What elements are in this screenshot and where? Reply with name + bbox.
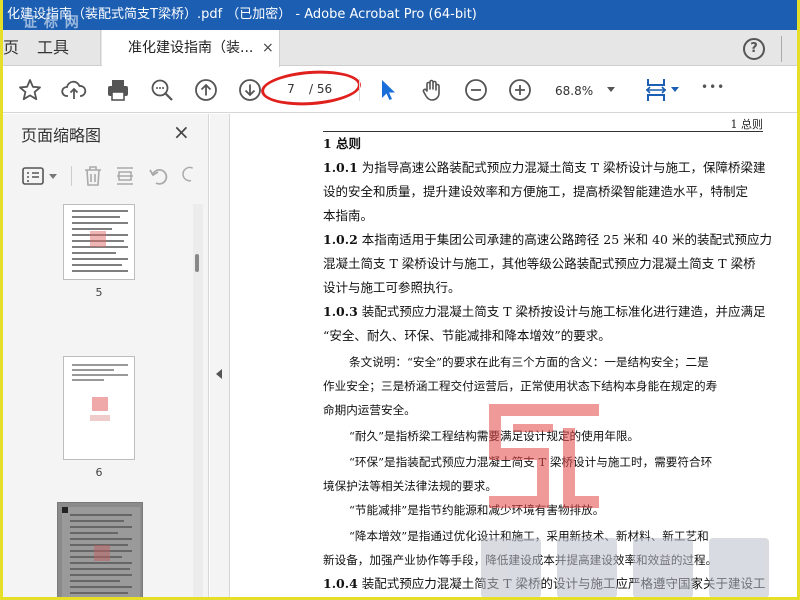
- zoom-level[interactable]: 68.8%: [555, 81, 605, 101]
- page-up-icon[interactable]: [193, 77, 219, 103]
- tab-home[interactable]: 页: [3, 30, 21, 66]
- thumbnail-label: 5: [95, 286, 103, 299]
- clause-line: 设的安全和质量，提升建设效率和方便施工，提高桥梁智能建造水平，特制定: [323, 184, 749, 199]
- clause-line: 1.0.1 为指导高速公路装配式预应力混凝土简支 T 梁桥设计与施工，保障桥梁建: [323, 160, 766, 175]
- clause-line: 本指南。: [323, 208, 374, 223]
- running-head: 1 总则: [730, 118, 764, 131]
- commentary-line: 作业安全；三是桥涵工程交付运营后，正常使用状态下结构本身能在规定的寿: [323, 379, 718, 393]
- thumbnail-scroll-thumb[interactable]: [195, 254, 199, 272]
- help-icon[interactable]: ?: [743, 38, 765, 60]
- page-thumbnail[interactable]: [63, 356, 135, 460]
- clause-line: 设计与施工可参照执行。: [323, 280, 461, 295]
- delete-page-icon[interactable]: [81, 164, 105, 188]
- thumbnail-options-caret-icon[interactable]: [49, 174, 57, 179]
- select-arrow-icon[interactable]: [375, 77, 401, 103]
- panel-title: 页面缩略图: [21, 126, 102, 145]
- tab-close-icon[interactable]: ×: [262, 30, 274, 66]
- clause-line: “安全、耐久、环保、节能减排和降本增效”的要求。: [323, 328, 611, 343]
- clause-line: 混凝土简支 T 梁桥设计与施工，其他等级公路装配式预应力混凝土简支 T 梁桥: [323, 256, 756, 271]
- thumbnail-options-icon[interactable]: [21, 164, 45, 188]
- page-total: / 56: [309, 82, 333, 96]
- zoom-dropdown-icon[interactable]: [607, 87, 615, 92]
- tab-bar: 页 工具 准化建设指南（装... × ?: [3, 30, 797, 67]
- thumbnails-panel: 页面缩略图 × 5 6: [3, 114, 209, 597]
- extract-page-icon[interactable]: [113, 164, 137, 188]
- panel-close-icon[interactable]: ×: [173, 120, 190, 144]
- page-down-icon[interactable]: [237, 77, 263, 103]
- star-icon[interactable]: [17, 77, 43, 103]
- rotate-ccw-icon[interactable]: [147, 164, 171, 188]
- fit-page-icon[interactable]: [643, 77, 669, 103]
- tab-document[interactable]: 准化建设指南（装... ×: [102, 30, 280, 67]
- more-icon[interactable]: •••: [701, 80, 725, 94]
- stamp-watermark: [481, 538, 769, 597]
- collapse-panel-icon[interactable]: [216, 369, 222, 379]
- section-heading: 1 总则: [323, 136, 362, 151]
- commentary-line: 条文说明：“安全”的要求在此有三个方面的含义：一是结构安全；二是: [349, 355, 709, 369]
- tab-document-label: 准化建设指南（装...: [128, 40, 254, 56]
- thumbnail-list: 5 6: [3, 204, 209, 597]
- toolbar: 7 / 56 68.8% •••: [3, 67, 797, 113]
- toolbar-divider: [359, 79, 360, 101]
- zoom-in-icon[interactable]: [507, 77, 533, 103]
- clause-line: 1.0.3 装配式预应力混凝土简支 T 梁桥按设计与施工标准化进行建造，并应满足: [323, 304, 766, 319]
- document-view[interactable]: 1 总则 1 总则 1.0.1 为指导高速公路装配式预应力混凝土简支 T 梁桥设…: [231, 114, 797, 597]
- panel-toolbar: [3, 158, 209, 194]
- logo-watermark: [489, 404, 599, 508]
- zoom-out-icon[interactable]: [463, 77, 489, 103]
- page-thumbnail[interactable]: [63, 204, 135, 280]
- upload-icon[interactable]: [61, 77, 87, 103]
- page-number-input[interactable]: 7: [279, 79, 303, 99]
- title-bar: 化建设指南（装配式简支T梁桥）.pdf （已加密） - Adobe Acroba…: [3, 0, 797, 30]
- clause-line: 1.0.2 本指南适用于集团公司承建的高速公路跨径 25 米和 40 米的装配式…: [323, 232, 772, 247]
- panel-tool-divider: [71, 166, 72, 186]
- page-thumbnail-selected[interactable]: [57, 502, 143, 597]
- corner-watermark: 证 标 网: [23, 15, 80, 31]
- rotate-cw-icon[interactable]: [181, 164, 201, 188]
- zoom-search-icon[interactable]: [149, 77, 175, 103]
- fit-dropdown-icon[interactable]: [671, 87, 679, 92]
- hand-icon[interactable]: [419, 77, 445, 103]
- thumbnail-label: 6: [95, 466, 103, 479]
- tab-bar-edge: [781, 36, 797, 62]
- acrobat-window: 化建设指南（装配式简支T梁桥）.pdf （已加密） - Adobe Acroba…: [3, 0, 797, 597]
- print-icon[interactable]: [105, 77, 131, 103]
- tab-tools[interactable]: 工具: [25, 30, 101, 66]
- panel-collapse-strip[interactable]: [210, 114, 230, 597]
